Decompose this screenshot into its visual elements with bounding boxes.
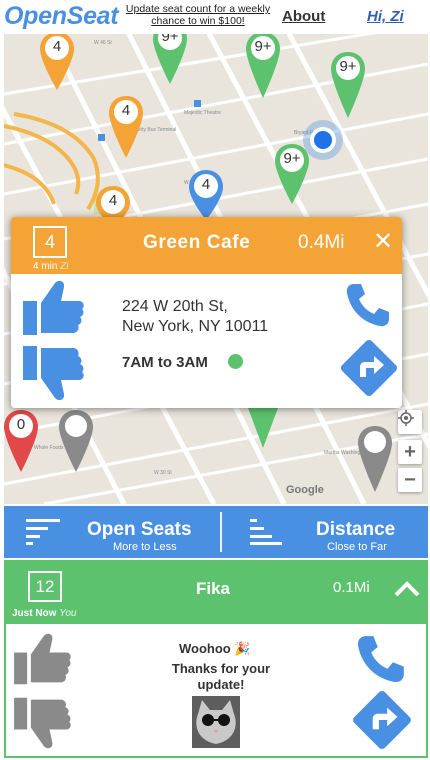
sort-open-seats-sub: More to Less [113,541,177,553]
update-time: Just Now You [12,608,76,619]
walk-time: 4 min Zi [33,261,69,272]
woohoo-text: Woohoo 🎉 [179,641,251,657]
map-pin-label: 9+ [161,34,179,45]
place-popup[interactable]: 4 4 min Zi Green Cafe 0.4Mi ✕ 224 W 20th… [11,217,402,408]
map-pin-label: 9+ [339,58,357,75]
map-pin-label: 4 [108,192,118,209]
map-pin-label: 4 [201,176,211,193]
map-pin[interactable]: 9+ [246,34,280,98]
my-location-button[interactable] [398,410,422,434]
sort-asc-icon[interactable] [250,519,286,545]
map-pin[interactable]: 4 [40,34,74,90]
thumbs-down-icon[interactable] [12,694,74,750]
sort-open-seats-button[interactable]: Open Seats [87,519,192,541]
opening-hours: 7AM to 3AM [122,354,208,371]
seat-count-box[interactable]: 12 [28,571,62,602]
thanks-text: Thanks for your update! [171,661,271,692]
thumbs-up-icon[interactable] [12,632,74,688]
update-user: You [59,608,77,619]
map-pin-label: 9+ [283,150,301,167]
map-pin[interactable]: 9+ [153,34,187,84]
collapse-chevron-icon[interactable] [394,580,420,598]
close-icon[interactable]: ✕ [373,227,393,256]
place-distance: 0.1Mi [333,579,370,596]
map-pin-grey[interactable] [59,410,93,472]
cat-image [192,696,240,748]
sort-divider [220,512,222,552]
phone-icon[interactable] [356,634,406,684]
map-pin[interactable]: 9+ [275,144,309,204]
walk-time-value: 4 min [33,261,58,272]
address-line-1: 224 W 20th St, [122,298,228,315]
phone-icon[interactable] [345,282,391,328]
current-location-icon [303,120,343,160]
user-greeting-link[interactable]: Hi, Zi [367,8,404,25]
about-link[interactable]: About [282,8,325,25]
app-logo[interactable]: OpenSeat [4,2,119,31]
sort-distance-sub: Close to Far [327,541,387,553]
popup-header: 4 4 min Zi Green Cafe 0.4Mi ✕ [11,217,402,274]
map-pin-grey[interactable] [358,426,392,492]
list-card-header[interactable]: 12 Just Now You Fika 0.1Mi [4,560,428,624]
svg-text:Majestic Theatre: Majestic Theatre [184,110,221,116]
zoom-out-button[interactable]: − [398,468,422,492]
open-status-dot [228,354,243,369]
map-pin-label: 4 [52,38,62,55]
update-time-value: Just Now [12,608,57,619]
map-pin-green[interactable] [248,408,278,448]
sort-bar: Open Seats More to Less Distance Close t… [4,506,428,558]
sort-desc-icon[interactable] [26,519,62,545]
walk-user: Zi [60,261,69,272]
thumbs-up-icon[interactable] [23,279,85,339]
zoom-in-button[interactable]: + [398,440,422,464]
map-pin[interactable]: 0 [4,410,38,472]
map-pin-label: 9+ [254,38,272,55]
directions-icon[interactable] [350,688,414,752]
party-popper-icon: 🎉 [234,641,251,656]
google-logo: Google [286,484,324,496]
place-name: Green Cafe [143,232,251,253]
place-distance: 0.4Mi [298,232,345,253]
app-header: OpenSeat Update seat count for a weekly … [0,0,430,34]
map-pin-label: 0 [16,416,26,433]
sort-distance-button[interactable]: Distance [316,519,395,541]
svg-text:W 46 St: W 46 St [94,40,112,46]
seat-count-box[interactable]: 4 [33,226,67,258]
directions-icon[interactable] [338,337,400,399]
map-pin[interactable]: 4 [189,170,223,220]
list-card-body: Woohoo 🎉 Thanks for your update! [4,624,428,758]
map-pin[interactable]: 4 [109,96,143,158]
map-pin[interactable]: 9+ [331,52,365,118]
promo-link[interactable]: Update seat count for a weekly chance to… [121,3,275,27]
svg-text:W 30 St: W 30 St [154,470,172,476]
woohoo-label: Woohoo [179,641,231,656]
map-pin-label: 4 [121,102,131,119]
address-line-2: New York, NY 10011 [122,318,269,335]
place-name: Fika [196,579,231,598]
thumbs-down-icon[interactable] [23,342,85,402]
